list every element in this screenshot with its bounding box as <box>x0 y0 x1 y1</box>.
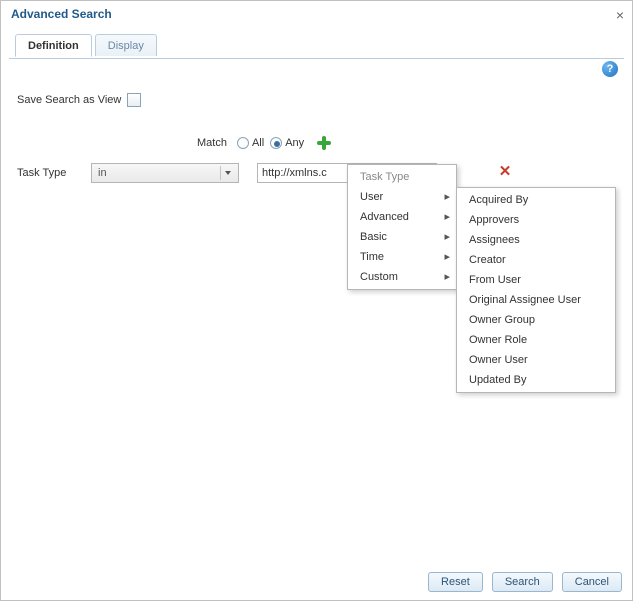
cancel-button[interactable]: Cancel <box>562 572 622 592</box>
tab-display[interactable]: Display <box>95 34 157 56</box>
submenu-acquired-by[interactable]: Acquired By <box>457 190 615 210</box>
submenu-updated-by[interactable]: Updated By <box>457 370 615 390</box>
submenu-from-user[interactable]: From User <box>457 270 615 290</box>
match-all-label: All <box>252 137 264 149</box>
submenu-owner-group[interactable]: Owner Group <box>457 310 615 330</box>
match-any-radio[interactable]: Any <box>270 137 304 149</box>
menu-title: Task Type <box>348 167 456 187</box>
reset-button[interactable]: Reset <box>428 572 483 592</box>
menu-item-basic[interactable]: Basic <box>348 227 456 247</box>
save-as-view-checkbox[interactable] <box>127 93 141 107</box>
submenu-creator[interactable]: Creator <box>457 250 615 270</box>
menu-item-advanced[interactable]: Advanced <box>348 207 456 227</box>
search-button[interactable]: Search <box>492 572 553 592</box>
tab-definition[interactable]: Definition <box>15 34 92 57</box>
match-all-radio[interactable]: All <box>237 137 264 149</box>
match-any-label: Any <box>285 137 304 149</box>
criteria-field-label: Task Type <box>17 167 91 179</box>
operator-value: in <box>98 167 107 179</box>
help-icon[interactable]: ? <box>602 61 618 77</box>
menu-item-time[interactable]: Time <box>348 247 456 267</box>
user-submenu: Acquired By Approvers Assignees Creator … <box>456 187 616 393</box>
submenu-assignees[interactable]: Assignees <box>457 230 615 250</box>
submenu-owner-user[interactable]: Owner User <box>457 350 615 370</box>
tabstrip: Definition Display <box>9 33 624 59</box>
menu-item-user[interactable]: User <box>348 187 456 207</box>
submenu-original-assignee[interactable]: Original Assignee User <box>457 290 615 310</box>
operator-select[interactable]: in <box>91 163 239 183</box>
dialog-title: Advanced Search <box>11 7 112 21</box>
save-as-view-label: Save Search as View <box>17 94 121 106</box>
delete-icon[interactable]: ✕ <box>497 165 513 181</box>
match-label: Match <box>197 137 227 149</box>
menu-item-custom[interactable]: Custom <box>348 267 456 287</box>
submenu-owner-role[interactable]: Owner Role <box>457 330 615 350</box>
plus-icon[interactable] <box>316 135 332 151</box>
chevron-down-icon <box>220 166 234 180</box>
close-icon[interactable]: × <box>616 7 624 23</box>
submenu-approvers[interactable]: Approvers <box>457 210 615 230</box>
add-criteria-menu: Task Type User Advanced Basic Time Custo… <box>347 164 457 290</box>
